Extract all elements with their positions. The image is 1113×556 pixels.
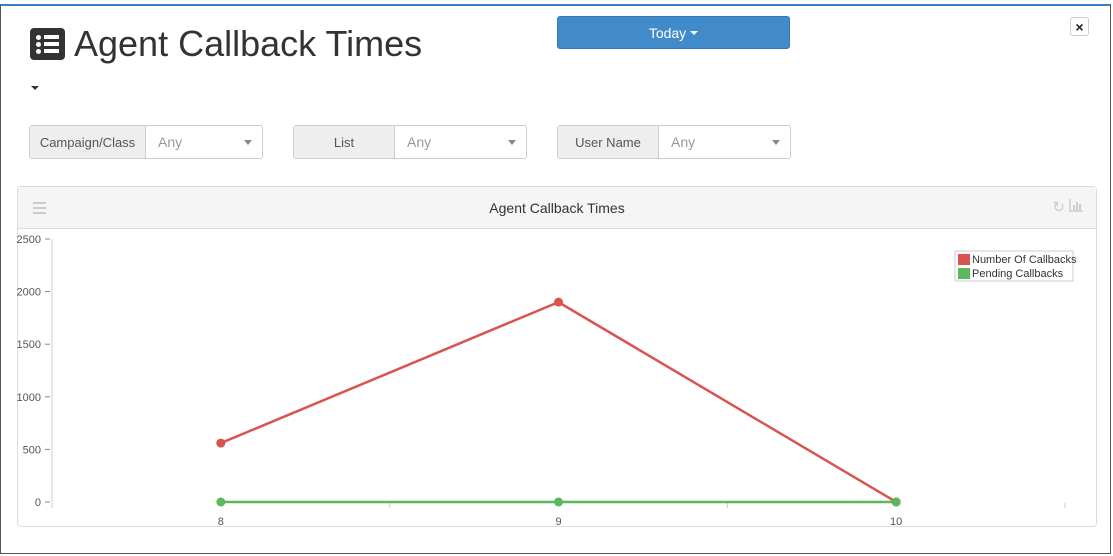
data-point: [554, 497, 563, 507]
data-point: [554, 297, 563, 307]
x-tick-label: 8: [218, 516, 224, 528]
x-tick-label: 10: [890, 516, 902, 528]
line-chart: 0 500 1000 1500 2000 2500 8 9 10 Number Of Callba…: [17, 234, 1078, 528]
data-point: [216, 497, 226, 507]
legend-label: Number Of Callbacks: [972, 254, 1077, 266]
y-tick-label: 2000: [17, 287, 41, 299]
series-line: [220, 300, 897, 504]
legend-swatch: [958, 254, 970, 265]
y-tick-label: 1000: [17, 392, 41, 404]
legend-swatch: [958, 268, 970, 279]
data-point: [216, 438, 226, 448]
data-point: [891, 497, 901, 507]
y-tick-label: 0: [35, 497, 41, 509]
legend-label: Pending Callbacks: [972, 268, 1064, 280]
y-tick-label: 1500: [17, 339, 41, 351]
y-tick-label: 2500: [17, 234, 41, 246]
y-tick-label: 500: [23, 444, 41, 456]
x-tick-label: 9: [555, 516, 561, 528]
